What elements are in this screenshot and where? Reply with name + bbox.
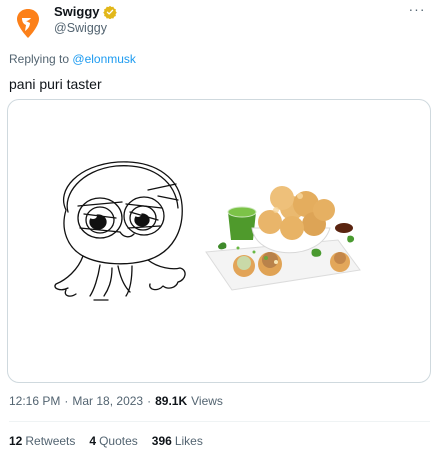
- retweets-count: 12: [9, 434, 23, 448]
- views-label: Views: [191, 394, 223, 408]
- swiggy-logo-icon: [17, 9, 39, 38]
- author-display-name[interactable]: Swiggy: [54, 4, 100, 19]
- tweet-media[interactable]: [7, 99, 431, 383]
- tweet-meta: 12:16 PM · Mar 18, 2023 · 89.1K Views: [9, 394, 223, 408]
- pani-puri-image: [54, 161, 361, 301]
- likes-count: 396: [151, 434, 172, 448]
- quotes-label: Quotes: [99, 434, 138, 448]
- meta-separator: ·: [64, 394, 69, 408]
- meta-separator: ·: [147, 394, 152, 408]
- retweets-stat[interactable]: 12 Retweets: [9, 434, 75, 448]
- verified-badge-icon: [102, 5, 117, 19]
- tweet-time[interactable]: 12:16 PM: [9, 394, 60, 408]
- more-horizontal-icon[interactable]: ···: [405, 2, 429, 22]
- author-name-row: Swiggy: [54, 4, 117, 19]
- divider: [9, 421, 430, 422]
- retweets-label: Retweets: [25, 434, 76, 448]
- likes-label: Likes: [174, 434, 203, 448]
- tweet-header: Swiggy @Swiggy ···: [0, 0, 439, 44]
- views-count: 89.1K: [155, 394, 188, 408]
- reply-prefix: Replying to: [9, 52, 70, 66]
- tweet-stats: 12 Retweets 4 Quotes 396 Likes: [9, 434, 203, 448]
- avatar[interactable]: [9, 4, 47, 42]
- doodle-character-icon: [54, 161, 186, 301]
- reply-context: Replying to @elonmusk: [9, 52, 136, 66]
- reply-mention-link[interactable]: @elonmusk: [72, 52, 136, 66]
- author-handle[interactable]: @Swiggy: [54, 21, 107, 35]
- pani-puri-plate-icon: [205, 186, 361, 291]
- quotes-count: 4: [89, 434, 97, 448]
- tweet-text: pani puri taster: [9, 76, 102, 92]
- likes-stat[interactable]: 396 Likes: [152, 434, 203, 448]
- quotes-stat[interactable]: 4 Quotes: [89, 434, 137, 448]
- tweet-date[interactable]: Mar 18, 2023: [72, 394, 143, 408]
